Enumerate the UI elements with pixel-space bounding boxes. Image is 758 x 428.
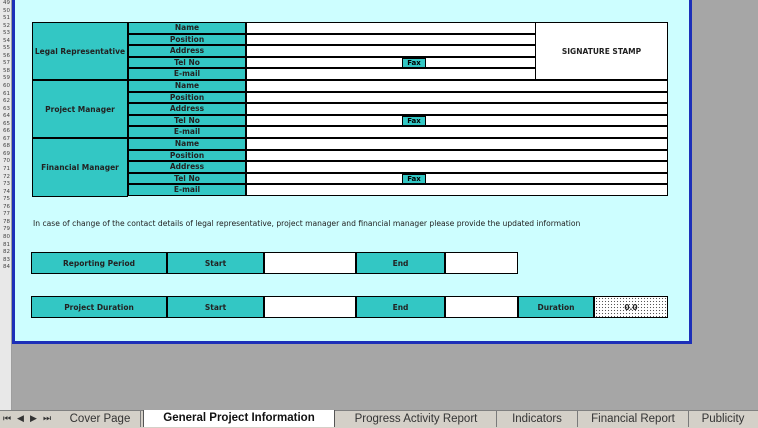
update-note: In case of change of the contact details… [33,219,581,228]
field-label-position: Position [128,149,246,161]
fm-tel-cell[interactable] [246,172,668,184]
row-number[interactable]: 74 [0,189,11,197]
reporting-period-label: Reporting Period [31,252,167,274]
legal-position-cell[interactable] [246,33,536,45]
row-number[interactable]: 75 [0,196,11,204]
field-label-address: Address [128,161,246,173]
duration-start-label: Start [167,296,264,318]
row-number[interactable]: 56 [0,53,11,61]
field-label-name: Name [128,22,246,34]
row-number[interactable]: 69 [0,151,11,159]
row-number[interactable]: 60 [0,83,11,91]
row-number[interactable]: 59 [0,75,11,83]
reporting-start-cell[interactable] [264,252,356,274]
row-number[interactable]: 72 [0,174,11,182]
tab-financial-report[interactable]: Financial Report [578,411,689,427]
legal-tel-cell[interactable] [246,56,536,68]
project-duration-label: Project Duration [31,296,167,318]
row-number[interactable]: 64 [0,113,11,121]
row-number[interactable]: 52 [0,23,11,31]
worksheet: Legal Representative Name Position Addre… [12,0,758,410]
row-number[interactable]: 83 [0,257,11,265]
duration-end-label: End [356,296,445,318]
fm-fax-label: Fax [402,173,426,184]
field-label-tel: Tel No [128,114,246,126]
row-number[interactable]: 61 [0,91,11,99]
first-sheet-icon[interactable]: ⏮ [3,414,11,424]
field-label-name: Name [128,138,246,150]
group-label-financial-manager: Financial Manager [32,138,128,197]
last-sheet-icon[interactable]: ⏭ [43,414,51,424]
duration-label: Duration [518,296,594,318]
sheet-tab-bar: ⏮ ◀ ▶ ⏭ Cover Page General Project Infor… [0,410,758,428]
fm-position-cell[interactable] [246,149,668,161]
row-number[interactable]: 81 [0,242,11,250]
fm-name-cell[interactable] [246,138,668,150]
row-number[interactable]: 65 [0,121,11,129]
prev-sheet-icon[interactable]: ◀ [17,414,24,424]
tab-general-project-information[interactable]: General Project Information [143,410,335,427]
row-number[interactable]: 71 [0,166,11,174]
field-label-address: Address [128,103,246,115]
row-number[interactable]: 55 [0,45,11,53]
tab-cover-page[interactable]: Cover Page [60,411,141,427]
row-number[interactable]: 78 [0,219,11,227]
row-number[interactable]: 53 [0,30,11,38]
field-label-email: E-mail [128,184,246,196]
field-label-tel: Tel No [128,56,246,68]
row-number[interactable]: 63 [0,106,11,114]
pm-position-cell[interactable] [246,91,668,103]
pm-name-cell[interactable] [246,80,668,92]
row-number[interactable]: 76 [0,204,11,212]
row-number[interactable]: 67 [0,136,11,144]
reporting-start-label: Start [167,252,264,274]
duration-value-cell[interactable]: 0.0 [594,296,668,318]
pm-fax-label: Fax [402,115,426,126]
row-number[interactable]: 77 [0,211,11,219]
legal-name-cell[interactable] [246,22,536,34]
field-label-tel: Tel No [128,172,246,184]
row-number[interactable]: 58 [0,68,11,76]
duration-start-cell[interactable] [264,296,356,318]
tab-progress-activity-report[interactable]: Progress Activity Report [336,411,497,427]
legal-fax-label: Fax [402,57,426,68]
row-number[interactable]: 66 [0,128,11,136]
row-number[interactable]: 57 [0,60,11,68]
tab-indicators[interactable]: Indicators [497,411,578,427]
reporting-end-label: End [356,252,445,274]
field-label-position: Position [128,33,246,45]
field-label-position: Position [128,91,246,103]
row-number[interactable]: 73 [0,181,11,189]
pm-email-cell[interactable] [246,126,668,138]
tab-publicity[interactable]: Publicity [690,411,756,427]
fm-address-cell[interactable] [246,161,668,173]
row-number[interactable]: 62 [0,98,11,106]
signature-stamp-box[interactable]: SIGNATURE STAMP [535,22,668,80]
legal-email-cell[interactable] [246,68,536,80]
pm-tel-cell[interactable] [246,114,668,126]
field-label-name: Name [128,80,246,92]
row-number[interactable]: 51 [0,15,11,23]
row-number[interactable]: 50 [0,8,11,16]
row-number[interactable]: 54 [0,38,11,46]
field-label-address: Address [128,45,246,57]
row-headers: 49 50 51 52 53 54 55 56 57 58 59 60 61 6… [0,0,12,410]
field-label-email: E-mail [128,126,246,138]
field-label-email: E-mail [128,68,246,80]
fm-email-cell[interactable] [246,184,668,196]
duration-end-cell[interactable] [445,296,518,318]
next-sheet-icon[interactable]: ▶ [30,414,37,424]
row-number[interactable]: 68 [0,143,11,151]
row-number[interactable]: 82 [0,249,11,257]
row-number[interactable]: 70 [0,158,11,166]
row-number[interactable]: 49 [0,0,11,8]
row-number[interactable]: 84 [0,264,11,272]
pm-address-cell[interactable] [246,103,668,115]
reporting-end-cell[interactable] [445,252,518,274]
row-number[interactable]: 79 [0,226,11,234]
group-label-project-manager: Project Manager [32,80,128,138]
group-label-legal-representative: Legal Representative [32,22,128,80]
legal-address-cell[interactable] [246,45,536,57]
row-number[interactable]: 80 [0,234,11,242]
